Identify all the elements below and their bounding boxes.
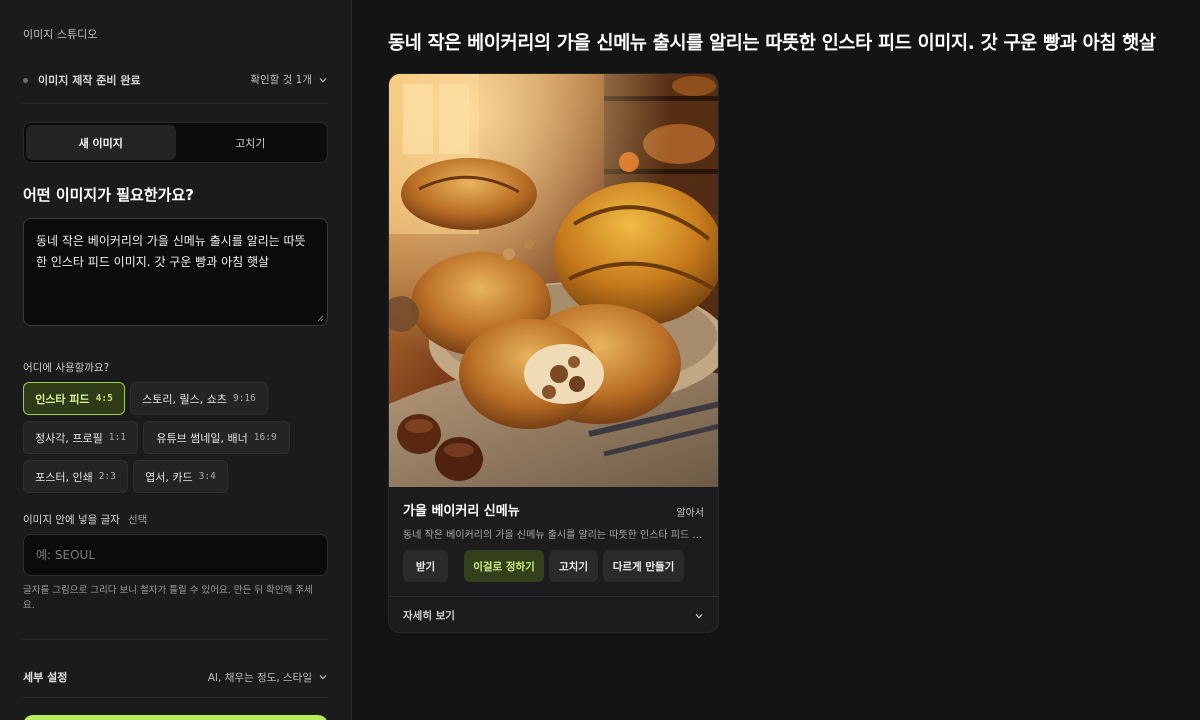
mode-tabs: 새 이미지 고치기	[23, 122, 328, 163]
usage-option-label: 엽서, 카드	[145, 470, 193, 484]
detail-settings-toggle[interactable]: 세부 설정 AI, 채우는 정도, 스타일	[23, 662, 328, 692]
status-dot	[23, 77, 28, 83]
usage-option-ratio: 4:5	[95, 393, 113, 404]
usage-option-story[interactable]: 스토리, 릴스, 쇼츠 9:16	[130, 382, 268, 415]
chevron-down-icon	[319, 77, 327, 82]
image-text-input[interactable]	[23, 534, 328, 576]
card-detail-label: 자세히 보기	[403, 610, 455, 622]
detail-settings-label: 세부 설정	[23, 671, 68, 684]
usage-option-label: 포스터, 인쇄	[35, 470, 93, 484]
sidebar: 이미지 스튜디오 이미지 제작 준비 완료 확인할 것 1개 새 이미지 고치기…	[0, 0, 352, 720]
prompt-text: 동네 작은 베이커리의 가을 신메뉴 출시를 알리는 따뜻한 인스타 피드 이미…	[36, 234, 306, 269]
card-description: 동네 작은 베이커리의 가을 신메뉴 출시를 알리는 따뜻한 인스타 피드 이미…	[403, 530, 704, 541]
chevron-down-icon	[319, 675, 327, 680]
usage-option-ratio: 1:1	[108, 432, 126, 443]
card-mode-badge: 알아서	[676, 508, 704, 519]
divider	[23, 697, 328, 698]
usage-option-ratio: 9:16	[232, 393, 256, 404]
chevron-down-icon	[695, 613, 703, 618]
usage-option-youtube[interactable]: 유튜브 썸네일, 배너 16:9	[143, 421, 290, 454]
divider	[23, 639, 328, 640]
usage-option-ratio: 16:9	[253, 432, 277, 443]
image-text-label: 이미지 안에 넣을 글자 선택	[23, 512, 147, 527]
resize-handle-icon[interactable]	[316, 314, 324, 322]
usage-option-ratio: 3:4	[198, 471, 216, 482]
status-check-toggle[interactable]: 확인할 것 1개	[250, 72, 328, 87]
edit-button[interactable]: 고치기	[549, 550, 598, 582]
usage-option-insta-feed[interactable]: 인스타 피드 4:5	[23, 382, 125, 415]
tab-edit[interactable]: 고치기	[176, 125, 326, 160]
status-row[interactable]: 이미지 제작 준비 완료 확인할 것 1개	[23, 62, 328, 104]
image-text-hint: 글자를 그림으로 그리다 보니 철자가 틀릴 수 있어요. 만든 뒤 확인해 주…	[23, 585, 313, 611]
usage-option-label: 스토리, 릴스, 쇼츠	[142, 392, 227, 406]
status-check-label: 확인할 것 1개	[250, 74, 312, 86]
usage-option-postcard[interactable]: 엽서, 카드 3:4	[133, 460, 228, 493]
tab-new-image[interactable]: 새 이미지	[26, 125, 176, 160]
card-title: 가을 베이커리 신메뉴	[403, 504, 520, 519]
usage-option-label: 유튜브 썸네일, 배너	[156, 431, 248, 445]
generated-image[interactable]	[389, 74, 719, 487]
usage-option-label: 인스타 피드	[35, 392, 90, 406]
generate-button[interactable]	[23, 715, 328, 720]
status-label: 이미지 제작 준비 완료	[38, 74, 141, 87]
result-card: 가을 베이커리 신메뉴 알아서 동네 작은 베이커리의 가을 신메뉴 출시를 알…	[388, 73, 719, 633]
optional-tag: 선택	[127, 514, 148, 526]
usage-option-label: 정사각, 프로필	[35, 431, 103, 445]
usage-label: 어디에 사용할까요?	[23, 362, 110, 374]
card-detail-toggle[interactable]: 자세히 보기	[403, 597, 704, 632]
variant-button[interactable]: 다르게 만들기	[603, 550, 684, 582]
page-title: 동네 작은 베이커리의 가을 신메뉴 출시를 알리는 따뜻한 인스타 피드 이미…	[388, 33, 1156, 54]
prompt-question: 어떤 이미지가 필요한가요?	[23, 186, 194, 204]
choose-button[interactable]: 이걸로 정하기	[464, 550, 544, 582]
usage-option-square[interactable]: 정사각, 프로필 1:1	[23, 421, 138, 454]
download-button[interactable]: 받기	[403, 550, 448, 582]
detail-settings-summary: AI, 채우는 정도, 스타일	[207, 671, 312, 684]
studio-title: 이미지 스튜디오	[23, 28, 98, 41]
image-text-label-text: 이미지 안에 넣을 글자	[23, 514, 120, 526]
main-area: 동네 작은 베이커리의 가을 신메뉴 출시를 알리는 따뜻한 인스타 피드 이미…	[353, 0, 1200, 720]
usage-option-poster[interactable]: 포스터, 인쇄 2:3	[23, 460, 128, 493]
prompt-textarea[interactable]: 동네 작은 베이커리의 가을 신메뉴 출시를 알리는 따뜻한 인스타 피드 이미…	[23, 218, 328, 326]
usage-option-ratio: 2:3	[98, 471, 116, 482]
